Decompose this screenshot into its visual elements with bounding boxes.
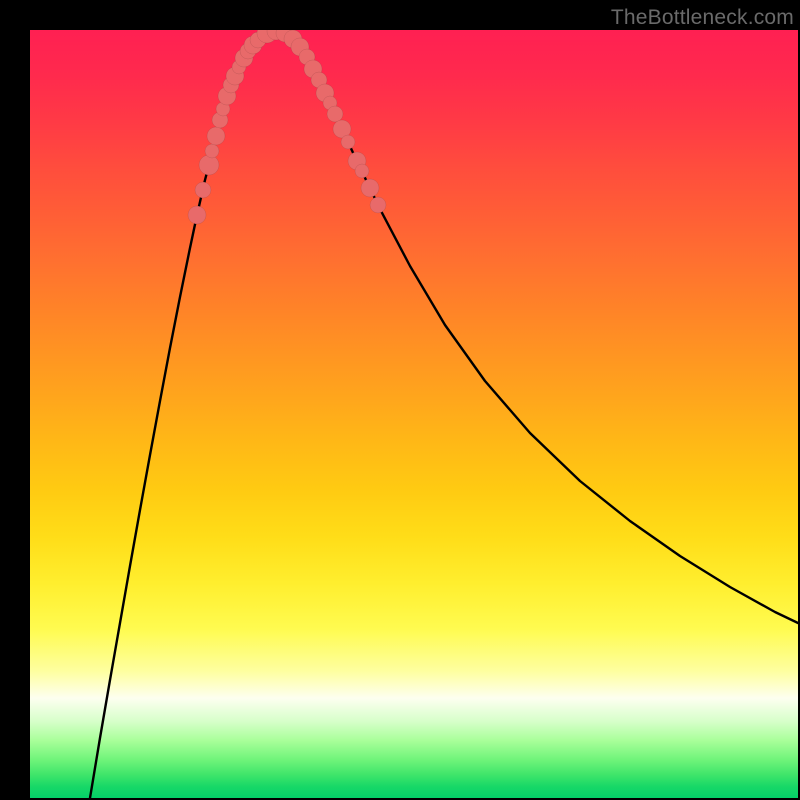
curve-dot (355, 164, 369, 178)
curve-layer (30, 30, 798, 798)
plot-area (30, 30, 798, 798)
curve-dot (199, 155, 219, 175)
curve-dot (341, 135, 355, 149)
watermark-text: TheBottleneck.com (611, 6, 794, 30)
curve-dot (370, 197, 386, 213)
curve-dot (188, 206, 206, 224)
curve-dot (207, 127, 225, 145)
chart-frame: TheBottleneck.com (0, 0, 800, 800)
curve-dot (205, 144, 219, 158)
bottleneck-curve (90, 31, 798, 798)
curve-dot (327, 106, 343, 122)
curve-dots (188, 30, 386, 224)
curve-dot (195, 182, 211, 198)
curve-dot (361, 179, 379, 197)
